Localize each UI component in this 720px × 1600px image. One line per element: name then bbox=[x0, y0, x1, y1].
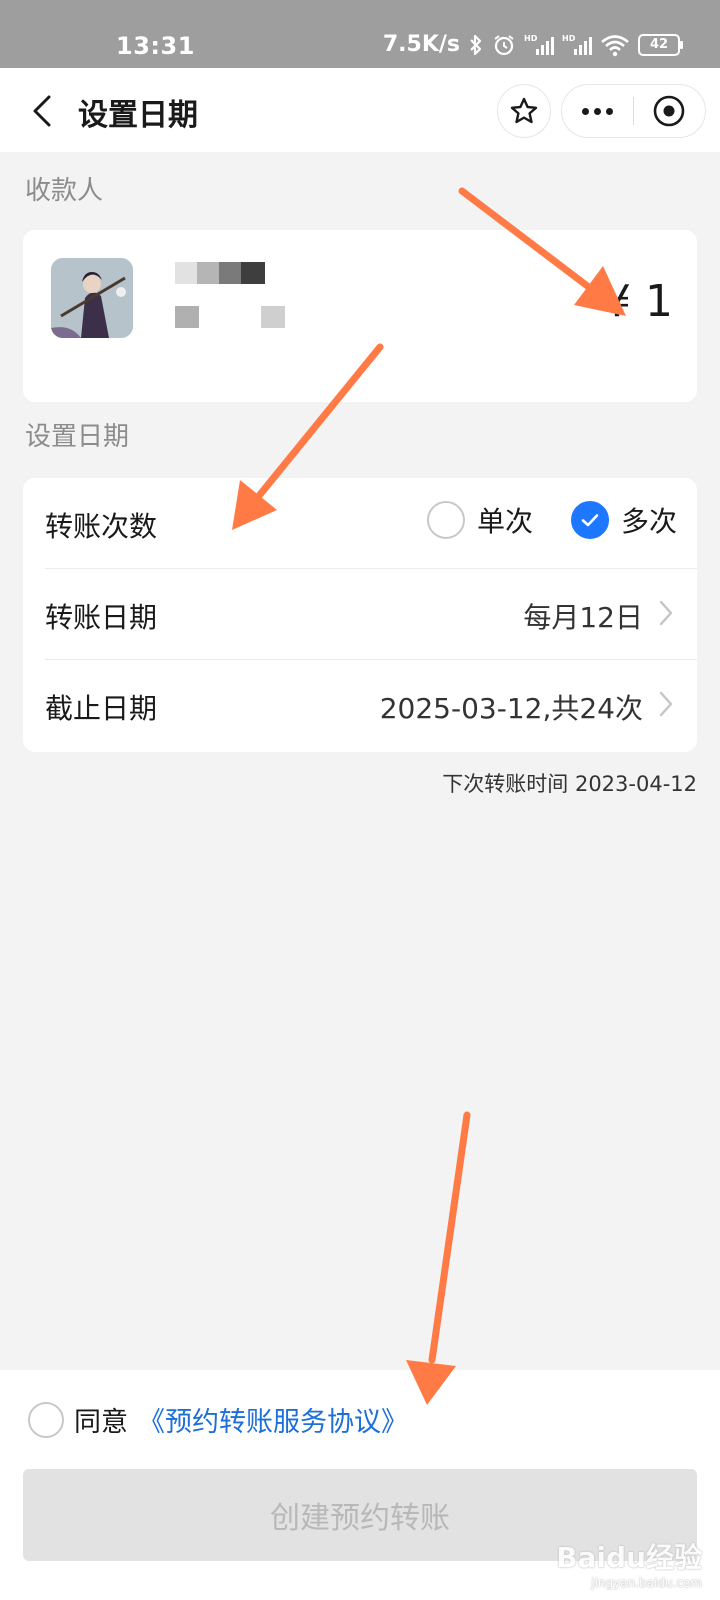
schedule-section-label: 设置日期 bbox=[25, 422, 130, 452]
favorite-button[interactable] bbox=[497, 84, 551, 138]
alarm-icon bbox=[492, 33, 516, 57]
end-date-value: 2025-03-12,共24次 bbox=[379, 692, 643, 725]
network-speed: 7.5K/s bbox=[382, 32, 460, 57]
agreement-link[interactable]: 《预约转账服务协议》 bbox=[138, 1400, 408, 1439]
option-multiple[interactable]: 多次 bbox=[570, 500, 677, 540]
schedule-card: 转账次数 单次 多次 转账日期 每月12日 截止日期 2025-03-12,共2… bbox=[23, 478, 697, 752]
battery-icon: 42 bbox=[638, 33, 683, 56]
page-title: 设置日期 bbox=[78, 98, 198, 133]
radio-checked-icon[interactable] bbox=[570, 501, 609, 539]
transfer-date-label: 转账日期 bbox=[45, 601, 158, 634]
bluetooth-icon bbox=[468, 33, 484, 57]
status-icons: 7.5K/s HD HD 42 bbox=[382, 32, 683, 57]
signal-hd-icon: HD bbox=[524, 33, 554, 57]
svg-text:HD: HD bbox=[524, 34, 538, 43]
transfer-date-value: 每月12日 bbox=[523, 601, 643, 634]
more-button[interactable] bbox=[562, 84, 633, 138]
payee-avatar bbox=[51, 258, 133, 338]
payee-section-label: 收款人 bbox=[25, 176, 104, 206]
agreement-prefix: 同意 bbox=[74, 1407, 128, 1438]
target-icon bbox=[654, 95, 685, 127]
wifi-icon bbox=[600, 33, 630, 57]
chevron-right-icon bbox=[659, 691, 673, 717]
annotation-arrow bbox=[428, 1111, 471, 1364]
transfer-count-options: 单次 多次 bbox=[426, 500, 677, 540]
option-multiple-label: 多次 bbox=[620, 505, 677, 538]
option-single-label: 单次 bbox=[476, 505, 533, 538]
masked-name-pixel bbox=[241, 262, 265, 284]
masked-account-pixel bbox=[261, 306, 285, 328]
checkmark-icon bbox=[581, 514, 599, 527]
next-transfer-time: 下次转账时间 2023-04-12 bbox=[442, 772, 697, 796]
masked-name-pixel bbox=[175, 262, 199, 284]
svg-text:HD: HD bbox=[562, 34, 576, 43]
watermark-brand: Baidu经验 bbox=[556, 1541, 702, 1574]
end-date-row[interactable]: 截止日期 2025-03-12,共24次 bbox=[23, 660, 697, 751]
masked-name-pixel bbox=[197, 262, 221, 284]
transfer-count-label: 转账次数 bbox=[45, 510, 158, 543]
baidu-watermark: Baidu经验 jingyan.baidu.com bbox=[556, 1536, 702, 1590]
status-time: 13:31 bbox=[116, 32, 195, 60]
masked-name-pixel bbox=[219, 262, 243, 284]
signal-hd-icon: HD bbox=[562, 33, 592, 57]
masked-account-pixel bbox=[175, 306, 199, 328]
close-button[interactable] bbox=[634, 84, 705, 138]
chevron-left-icon bbox=[33, 95, 51, 127]
agreement-checkbox[interactable] bbox=[28, 1401, 64, 1438]
watermark-url: jingyan.baidu.com bbox=[591, 1576, 702, 1590]
transfer-count-row: 转账次数 单次 多次 bbox=[23, 478, 697, 569]
agreement-row: 同意 《预约转账服务协议》 bbox=[28, 1400, 408, 1439]
more-icon bbox=[582, 107, 589, 115]
transfer-amount: ¥ 1 bbox=[603, 276, 673, 327]
status-bar: 13:31 7.5K/s HD HD 42 bbox=[0, 0, 720, 68]
mini-program-capsule bbox=[561, 84, 706, 138]
payee-card[interactable]: ¥ 1 bbox=[23, 230, 697, 402]
transfer-date-row[interactable]: 转账日期 每月12日 bbox=[23, 569, 697, 660]
radio-unchecked-icon[interactable] bbox=[426, 501, 465, 539]
end-date-label: 截止日期 bbox=[45, 692, 158, 725]
nav-bar: 设置日期 bbox=[0, 68, 720, 152]
back-button[interactable] bbox=[22, 86, 62, 136]
option-single[interactable]: 单次 bbox=[426, 500, 533, 540]
star-icon bbox=[510, 97, 538, 124]
chevron-right-icon bbox=[659, 600, 673, 626]
